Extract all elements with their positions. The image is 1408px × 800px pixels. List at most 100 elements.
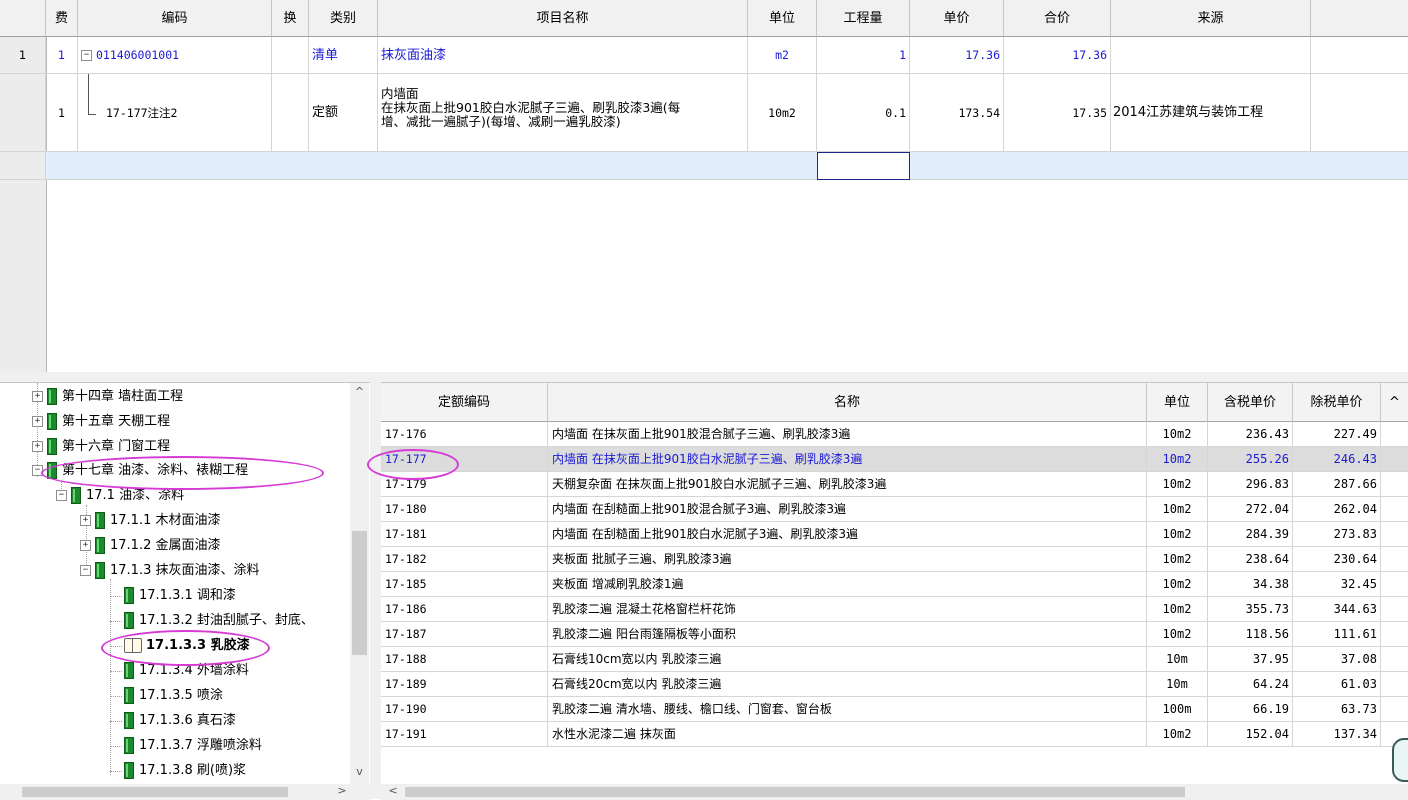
replace-cell[interactable] [272,74,309,152]
quota-code-cell[interactable]: 17-182 [381,547,548,572]
quota-overflow-cell[interactable] [1381,547,1408,572]
quota-unit-cell[interactable]: 100m [1147,697,1208,722]
row-number[interactable] [0,152,46,180]
quota-code-cell[interactable]: 17-187 [381,622,548,647]
unit-cell[interactable]: 10m2 [748,74,817,152]
quota-name-cell[interactable]: 内墙面 在刮糙面上批901胶混合腻子3遍、刷乳胶漆3遍 [548,497,1147,522]
pane-splitter[interactable] [0,372,1408,382]
quota-overflow-cell[interactable] [1381,447,1408,472]
unit-price-cell[interactable]: 17.36 [910,37,1004,74]
quota-tax-price-cell[interactable]: 296.83 [1208,472,1293,497]
quota-code-cell[interactable]: 17-189 [381,672,548,697]
fee-cell[interactable]: 1 [46,37,78,74]
quota-unit-cell[interactable]: 10m2 [1147,722,1208,747]
quota-overflow-cell[interactable] [1381,422,1408,447]
quota-net-price-cell[interactable]: 344.63 [1293,597,1381,622]
collapse-icon[interactable]: − [32,465,43,476]
quota-net-price-cell[interactable]: 246.43 [1293,447,1381,472]
quota-code-cell[interactable]: 17-185 [381,572,548,597]
quota-net-price-cell[interactable]: 287.66 [1293,472,1381,497]
quota-unit-cell[interactable]: 10m2 [1147,622,1208,647]
tree-item-17-1-3-8[interactable]: 17.1.3.8 刷(喷)浆 [124,760,246,782]
quota-name-cell[interactable]: 石膏线10cm宽以内 乳胶漆三遍 [548,647,1147,672]
col-header-quantity[interactable]: 工程量 [817,0,910,37]
quota-tax-price-cell[interactable]: 152.04 [1208,722,1293,747]
quota-horizontal-scrollbar[interactable]: < [381,784,1408,800]
collapse-icon[interactable]: − [81,50,92,61]
code-cell[interactable]: −011406001001 [78,37,272,74]
expand-icon[interactable]: + [80,540,91,551]
expand-icon[interactable]: + [32,391,43,402]
col-header-replace[interactable]: 换 [272,0,309,37]
quantity-cell[interactable]: 0.1 [817,74,910,152]
quota-net-price-cell[interactable]: 63.73 [1293,697,1381,722]
quota-unit-cell[interactable]: 10m2 [1147,572,1208,597]
tree-item-17-1-3-3[interactable]: 17.1.3.3 乳胶漆 [124,635,250,657]
quota-overflow-cell[interactable] [1381,497,1408,522]
unit-cell[interactable]: m2 [748,37,817,74]
source-cell[interactable] [1111,37,1311,74]
tree-item-chapter-14[interactable]: + 第十四章 墙柱面工程 [32,386,183,408]
expand-icon[interactable]: + [80,515,91,526]
tree-item-17-1-3[interactable]: − 17.1.3 抹灰面油漆、涂料 [80,560,259,582]
tree-item-chapter-16[interactable]: + 第十六章 门窗工程 [32,436,170,458]
tree-item-chapter-15[interactable]: + 第十五章 天棚工程 [32,411,170,433]
quota-tax-price-cell[interactable]: 64.24 [1208,672,1293,697]
code-cell[interactable]: 17-177注注2 [78,74,272,152]
scroll-up-icon[interactable]: ^ [350,385,369,401]
quota-unit-cell[interactable]: 10m [1147,672,1208,697]
scroll-down-icon[interactable]: v [350,765,369,781]
quota-overflow-cell[interactable] [1381,597,1408,622]
quota-code-cell[interactable]: 17-179 [381,472,548,497]
col-header-type[interactable]: 类别 [309,0,378,37]
quota-unit-cell[interactable]: 10m [1147,647,1208,672]
quota-unit-cell[interactable]: 10m2 [1147,422,1208,447]
quota-tax-price-cell[interactable]: 66.19 [1208,697,1293,722]
expand-icon[interactable]: + [32,441,43,452]
tree-item-17-1-3-5[interactable]: 17.1.3.5 喷涂 [124,685,223,707]
replace-cell[interactable] [272,37,309,74]
quota-name-cell[interactable]: 石膏线20cm宽以内 乳胶漆三遍 [548,672,1147,697]
quota-net-price-cell[interactable]: 37.08 [1293,647,1381,672]
quota-name-cell[interactable]: 乳胶漆二遍 混凝土花格窗栏杆花饰 [548,597,1147,622]
col-header-unit[interactable]: 单位 [1147,383,1208,422]
unit-price-cell[interactable]: 173.54 [910,74,1004,152]
quota-unit-cell[interactable]: 10m2 [1147,472,1208,497]
quota-overflow-cell[interactable] [1381,572,1408,597]
new-row-cells[interactable] [46,152,817,180]
type-cell[interactable]: 定额 [309,74,378,152]
col-header-item-name[interactable]: 项目名称 [378,0,748,37]
item-name-cell[interactable]: 内墙面 在抹灰面上批901胶白水泥腻子三遍、刷乳胶漆3遍(每 增、减批一遍腻子)… [378,74,748,152]
fee-cell[interactable]: 1 [46,74,78,152]
col-header-source[interactable]: 来源 [1111,0,1311,37]
quota-name-cell[interactable]: 夹板面 批腻子三遍、刷乳胶漆3遍 [548,547,1147,572]
type-cell[interactable]: 清单 [309,37,378,74]
quantity-cell[interactable]: 1 [817,37,910,74]
quota-tax-price-cell[interactable]: 272.04 [1208,497,1293,522]
quota-code-cell[interactable]: 17-190 [381,697,548,722]
row-number[interactable]: 1 [0,37,46,74]
tree-item-17-1-3-7[interactable]: 17.1.3.7 浮雕喷涂料 [124,735,262,757]
quota-code-cell[interactable]: 17-180 [381,497,548,522]
quota-code-cell[interactable]: 17-177 [381,447,548,472]
tree-vertical-scrollbar[interactable]: ^ v [350,383,369,784]
quota-name-cell[interactable]: 水性水泥漆二遍 抹灰面 [548,722,1147,747]
quota-overflow-cell[interactable] [1381,522,1408,547]
quota-name-cell[interactable]: 内墙面 在刮糙面上批901胶白水泥腻子3遍、刷乳胶漆3遍 [548,522,1147,547]
col-header-net-price[interactable]: 除税单价 [1293,383,1381,422]
quota-code-cell[interactable]: 17-191 [381,722,548,747]
tree-horizontal-scrollbar[interactable]: > [0,784,370,800]
collapse-icon[interactable]: − [56,490,67,501]
quota-code-cell[interactable]: 17-176 [381,422,548,447]
quota-overflow-cell[interactable] [1381,472,1408,497]
quota-unit-cell[interactable]: 10m2 [1147,547,1208,572]
quota-overflow-cell[interactable] [1381,622,1408,647]
new-row-cells[interactable] [910,152,1408,180]
col-header-total[interactable]: 合价 [1004,0,1111,37]
tree-item-17-1-1[interactable]: +17.1.1 木材面油漆 [80,510,220,532]
quota-code-cell[interactable]: 17-188 [381,647,548,672]
col-header-unit[interactable]: 单位 [748,0,817,37]
col-header-quota-code[interactable]: 定额编码 [381,383,548,422]
quota-hscroll-thumb[interactable] [405,787,1185,797]
col-header-code[interactable]: 编码 [78,0,272,37]
